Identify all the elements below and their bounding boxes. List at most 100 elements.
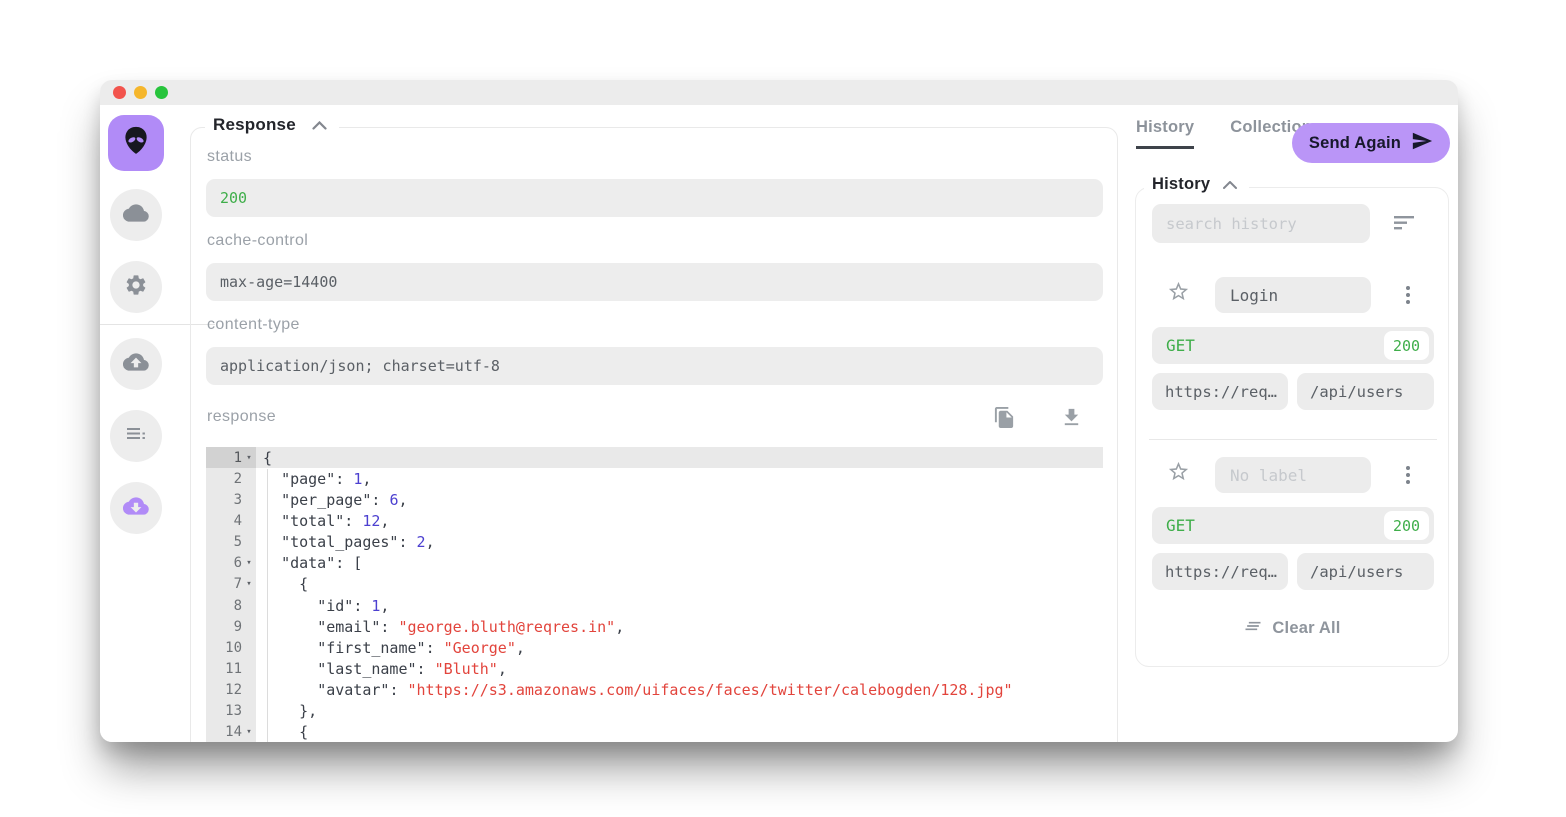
- code-line-content: "data": [: [256, 554, 1103, 572]
- download-response-button[interactable]: [1060, 406, 1083, 434]
- line-number: 9: [234, 619, 242, 635]
- code-line-content: "id": 1,: [256, 597, 1103, 615]
- code-line[interactable]: 6▾ "data": [: [206, 553, 1103, 574]
- history-item-label[interactable]: No label: [1215, 457, 1371, 493]
- code-line-content: "first_name": "George",: [256, 639, 1103, 657]
- response-panel-title: Response: [213, 115, 296, 135]
- sidebar-item-requests[interactable]: [110, 189, 162, 241]
- clear-all-icon: [1243, 616, 1263, 641]
- line-number: 2: [234, 471, 242, 487]
- code-line-content: },: [256, 702, 1103, 720]
- line-number-gutter: 7▾: [206, 574, 256, 595]
- code-line[interactable]: 11 "last_name": "Bluth",: [206, 658, 1103, 679]
- star-icon[interactable]: [1167, 460, 1190, 486]
- settings-gear-icon: [124, 273, 148, 302]
- kebab-menu-icon[interactable]: [1396, 281, 1420, 309]
- sidebar-item-download[interactable]: [110, 482, 162, 534]
- code-line[interactable]: 8 "id": 1,: [206, 595, 1103, 616]
- history-panel-header: History: [1144, 175, 1249, 194]
- line-number: 10: [225, 640, 242, 656]
- history-item-label[interactable]: Login: [1215, 277, 1371, 313]
- cloud-download-icon: [123, 493, 149, 524]
- response-code-editor[interactable]: 1▾{2 "page": 1,3 "per_page": 6,4 "total"…: [206, 447, 1103, 742]
- fold-toggle-icon[interactable]: ▾: [242, 727, 256, 737]
- history-item-url-path: /api/users: [1297, 553, 1434, 590]
- code-line[interactable]: 9 "email": "george.bluth@reqres.in",: [206, 616, 1103, 637]
- logs-list-icon: [124, 422, 148, 451]
- history-item[interactable]: Login GET 200 https://req… /api/users: [1136, 277, 1448, 410]
- code-line-content: "last_name": "Bluth",: [256, 660, 1103, 678]
- history-item-url-host: https://req…: [1152, 553, 1288, 590]
- line-number: 8: [234, 598, 242, 614]
- star-icon[interactable]: [1167, 280, 1190, 306]
- tab-history[interactable]: History: [1136, 118, 1194, 149]
- code-line[interactable]: 12 "avatar": "https://s3.amazonaws.com/u…: [206, 680, 1103, 701]
- search-history-input[interactable]: [1152, 204, 1370, 243]
- code-line[interactable]: 5 "total_pages": 2,: [206, 532, 1103, 553]
- response-toolbar: [206, 406, 1103, 434]
- status-badge: 200: [1384, 331, 1429, 360]
- sidebar-item-settings[interactable]: [110, 261, 162, 313]
- line-number-gutter: 2: [206, 468, 256, 489]
- line-number-gutter: 9: [206, 616, 256, 637]
- response-panel-header: Response: [205, 115, 339, 135]
- content-type-field-label: content-type: [207, 316, 300, 334]
- collapse-history-button[interactable]: [1223, 175, 1237, 194]
- line-number-gutter: 6▾: [206, 553, 256, 574]
- minimize-window-button[interactable]: [134, 86, 147, 99]
- line-number-gutter: 5: [206, 532, 256, 553]
- sidebar-item-home[interactable]: [108, 115, 164, 171]
- send-again-button[interactable]: Send Again: [1292, 123, 1450, 163]
- line-number-gutter: 12: [206, 680, 256, 701]
- code-line-content: "avatar": "https://s3.amazonaws.com/uifa…: [256, 681, 1103, 699]
- line-number-gutter: 14▾: [206, 722, 256, 742]
- window-titlebar: [100, 80, 1458, 105]
- close-window-button[interactable]: [113, 86, 126, 99]
- line-number: 13: [225, 703, 242, 719]
- collapse-response-button[interactable]: [312, 115, 327, 135]
- line-number: 4: [234, 513, 242, 529]
- method-label: GET: [1166, 336, 1195, 355]
- copy-response-button[interactable]: [993, 406, 1016, 434]
- status-badge: 200: [1384, 511, 1429, 540]
- code-line-content: "per_page": 6,: [256, 491, 1103, 509]
- code-line[interactable]: 3 "per_page": 6,: [206, 489, 1103, 510]
- sidebar-item-upload[interactable]: [110, 338, 162, 390]
- line-number: 11: [225, 661, 242, 677]
- line-number: 1: [234, 450, 242, 466]
- code-line-content: "email": "george.bluth@reqres.in",: [256, 618, 1103, 636]
- sidebar-item-logs[interactable]: [110, 410, 162, 462]
- history-item-method-row: GET 200: [1152, 327, 1434, 364]
- code-line[interactable]: 1▾{: [206, 447, 1103, 468]
- code-line[interactable]: 14▾ {: [206, 722, 1103, 742]
- line-number-gutter: 1▾: [206, 447, 256, 468]
- status-field-label: status: [207, 148, 252, 166]
- content-type-field-value: application/json; charset=utf-8: [206, 347, 1103, 385]
- line-number-gutter: 13: [206, 701, 256, 722]
- code-line-content: {: [256, 723, 1103, 741]
- line-number-gutter: 3: [206, 489, 256, 510]
- fold-toggle-icon[interactable]: ▾: [242, 579, 256, 589]
- send-again-label: Send Again: [1309, 134, 1401, 153]
- line-number: 6: [234, 555, 242, 571]
- sort-history-button[interactable]: [1390, 211, 1418, 237]
- history-item-url-host: https://req…: [1152, 373, 1288, 410]
- history-item[interactable]: No label GET 200 https://req… /api/users: [1136, 457, 1448, 590]
- code-line[interactable]: 7▾ {: [206, 574, 1103, 595]
- fold-toggle-icon[interactable]: ▾: [242, 453, 256, 463]
- method-label: GET: [1166, 516, 1195, 535]
- line-number-gutter: 4: [206, 510, 256, 531]
- line-number-gutter: 10: [206, 637, 256, 658]
- code-line-content: {: [256, 449, 1103, 467]
- clear-all-button[interactable]: Clear All: [1136, 616, 1448, 641]
- fold-toggle-icon[interactable]: ▾: [242, 558, 256, 568]
- code-line[interactable]: 13 },: [206, 701, 1103, 722]
- clear-all-label: Clear All: [1272, 619, 1340, 638]
- maximize-window-button[interactable]: [155, 86, 168, 99]
- code-line[interactable]: 4 "total": 12,: [206, 510, 1103, 531]
- kebab-menu-icon[interactable]: [1396, 461, 1420, 489]
- code-line[interactable]: 2 "page": 1,: [206, 468, 1103, 489]
- cloud-icon: [123, 200, 149, 231]
- code-line[interactable]: 10 "first_name": "George",: [206, 637, 1103, 658]
- cache-control-field-label: cache-control: [207, 232, 308, 250]
